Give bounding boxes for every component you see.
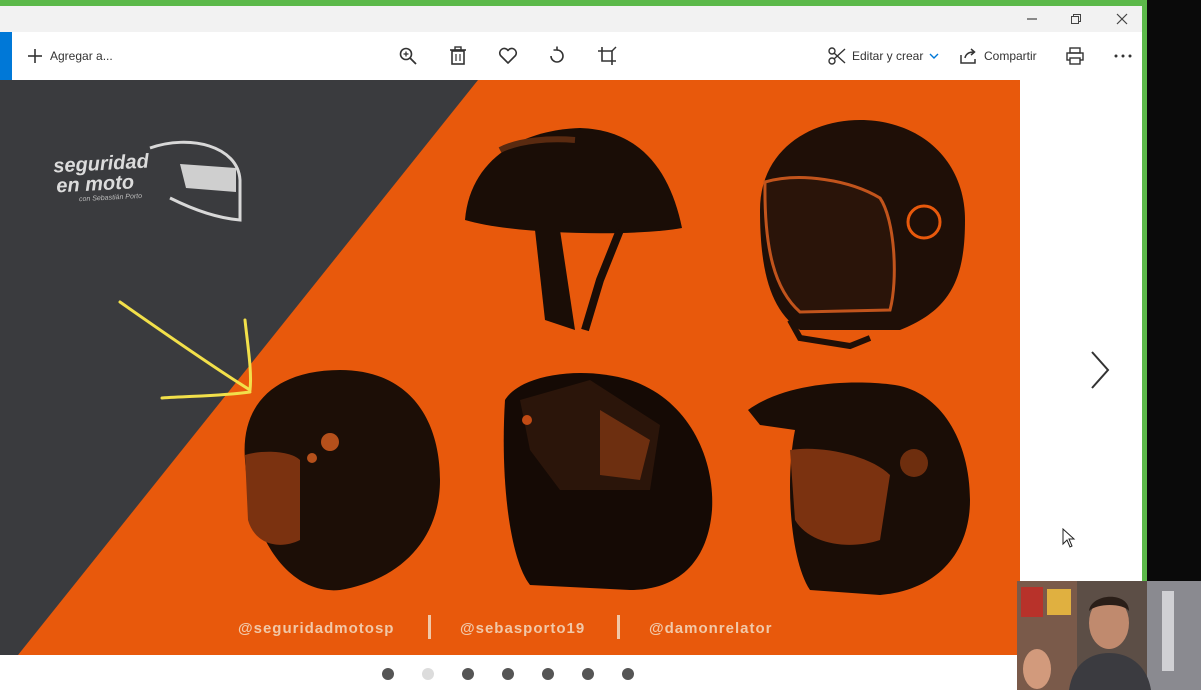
photo-graphic	[0, 80, 1020, 655]
trash-icon	[447, 45, 469, 67]
close-icon	[1116, 13, 1128, 25]
photos-app-window: Agregar a... Editar y crear Compartir se…	[0, 6, 1142, 690]
edit-create-icon	[826, 45, 848, 67]
next-image-button[interactable]	[1082, 348, 1118, 392]
restore-button[interactable]	[1054, 6, 1098, 32]
back-tab[interactable]	[0, 32, 12, 80]
minimize-icon	[1027, 18, 1037, 20]
presenter-video	[1017, 581, 1201, 690]
mouse-cursor-icon	[1062, 528, 1076, 548]
page-dot-3[interactable]	[462, 668, 474, 680]
close-button[interactable]	[1100, 6, 1142, 32]
page-dot-2[interactable]	[422, 668, 434, 680]
webcam-overlay	[1017, 581, 1201, 690]
restore-icon	[1071, 14, 1081, 24]
share-button[interactable]: Compartir	[958, 44, 1037, 68]
plus-icon	[24, 45, 46, 67]
toolbar: Agregar a... Editar y crear Compartir	[0, 32, 1142, 81]
zoom-button[interactable]	[397, 44, 419, 68]
add-to-label: Agregar a...	[50, 49, 113, 63]
handle-1: @seguridadmotosp	[238, 620, 395, 637]
crop-icon	[596, 45, 618, 67]
chevron-down-icon	[929, 52, 939, 60]
page-dot-5[interactable]	[542, 668, 554, 680]
rotate-icon	[546, 45, 568, 67]
delete-button[interactable]	[447, 44, 469, 68]
separator-2	[617, 615, 620, 639]
print-button[interactable]	[1064, 44, 1086, 68]
page-dot-4[interactable]	[502, 668, 514, 680]
page-dot-6[interactable]	[582, 668, 594, 680]
share-icon	[958, 45, 980, 67]
logo: seguridad en moto con Sebastián Porto	[53, 151, 151, 206]
chevron-right-icon	[1091, 351, 1110, 389]
rotate-button[interactable]	[546, 44, 568, 68]
handle-3: @damonrelator	[649, 620, 773, 637]
add-to-button[interactable]: Agregar a...	[24, 44, 113, 68]
page-dot-7[interactable]	[622, 668, 634, 680]
photo: seguridad en moto con Sebastián Porto @s…	[0, 80, 1020, 655]
carousel-pagination	[0, 658, 1142, 690]
page-dot-1[interactable]	[382, 668, 394, 680]
zoom-icon	[397, 45, 419, 67]
more-icon	[1112, 45, 1134, 67]
more-options-button[interactable]	[1112, 44, 1134, 68]
favorite-button[interactable]	[497, 44, 519, 68]
edit-create-button[interactable]: Editar y crear	[826, 44, 939, 68]
minimize-button[interactable]	[1010, 6, 1054, 32]
photo-viewer: seguridad en moto con Sebastián Porto @s…	[0, 80, 1142, 658]
crop-button[interactable]	[596, 44, 618, 68]
title-bar	[0, 6, 1142, 32]
handle-2: @sebasporto19	[460, 620, 586, 637]
printer-icon	[1064, 45, 1086, 67]
heart-icon	[497, 45, 519, 67]
separator-1	[428, 615, 431, 639]
edit-create-label: Editar y crear	[852, 49, 924, 63]
share-label: Compartir	[984, 49, 1037, 63]
